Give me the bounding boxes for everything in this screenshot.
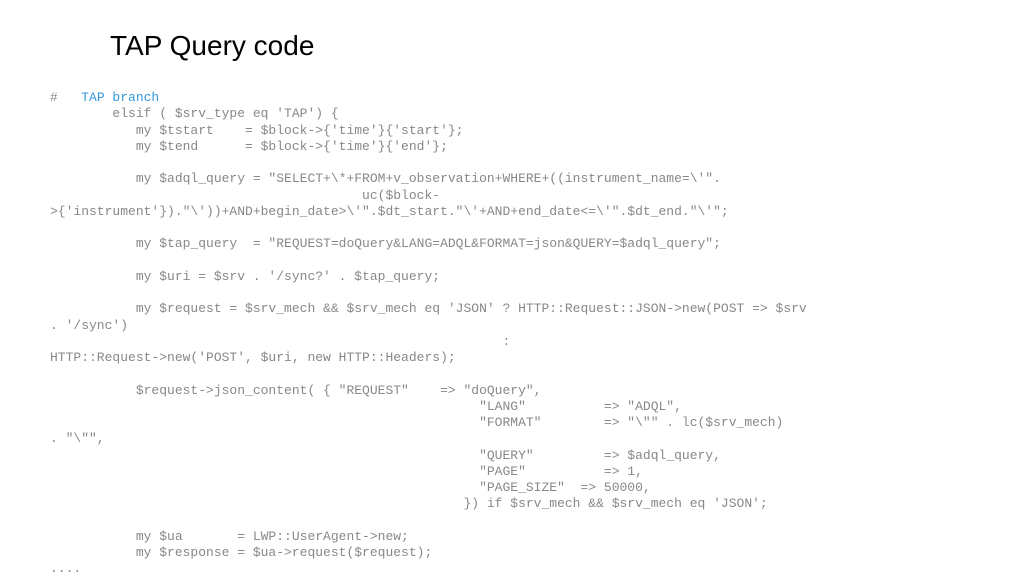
- page-title: TAP Query code: [110, 30, 974, 62]
- code-body: elsif ( $srv_type eq 'TAP') { my $tstart…: [50, 106, 807, 576]
- slide: TAP Query code # TAP branch elsif ( $srv…: [0, 0, 1024, 576]
- code-comment-text: TAP branch: [81, 90, 159, 105]
- code-block: # TAP branch elsif ( $srv_type eq 'TAP')…: [50, 90, 974, 578]
- code-comment-hash: #: [50, 90, 81, 105]
